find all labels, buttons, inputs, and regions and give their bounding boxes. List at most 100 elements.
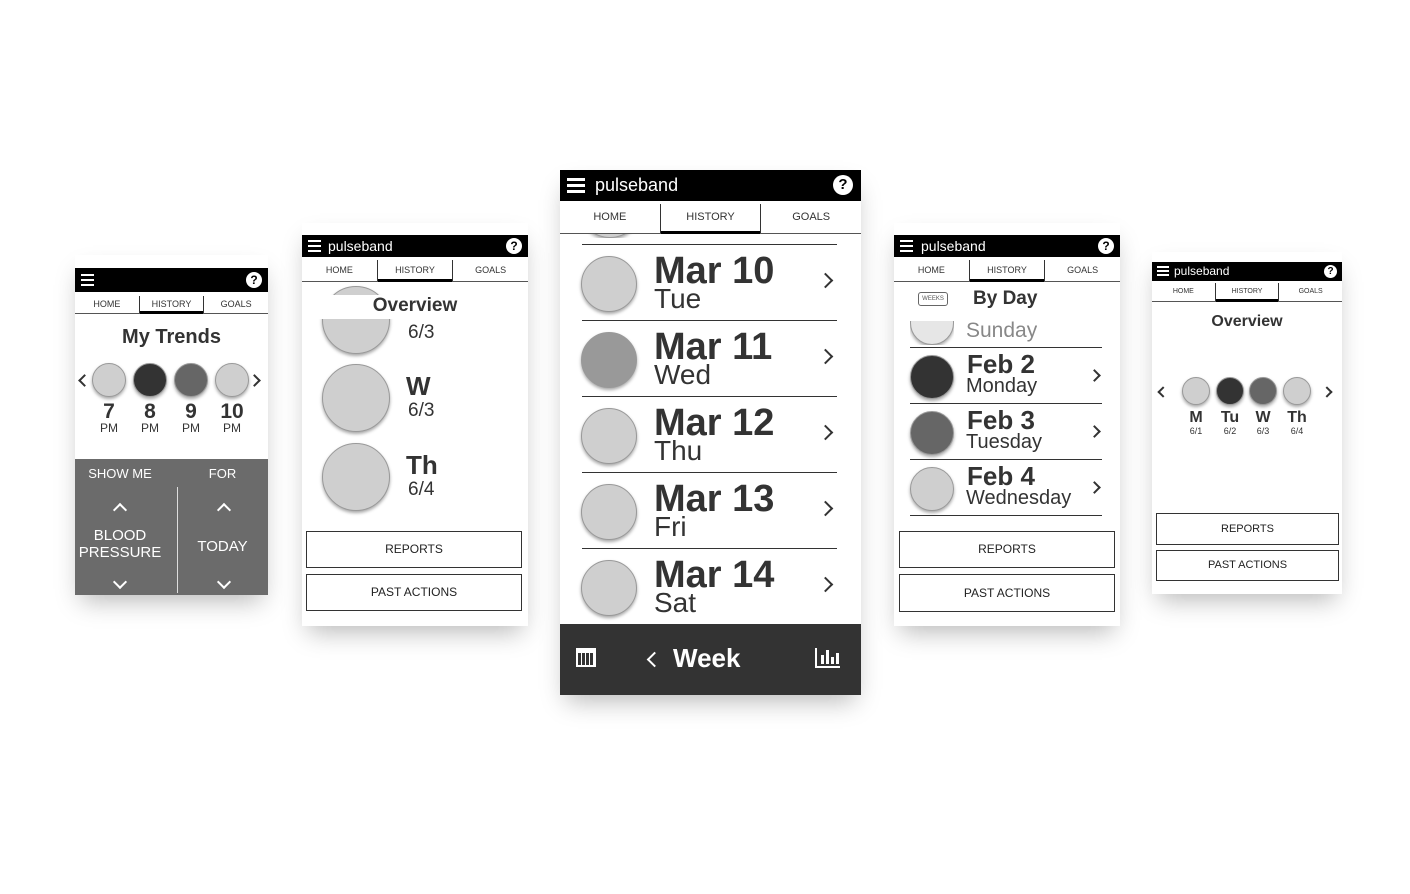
menu-icon[interactable] <box>81 274 94 286</box>
day-circle[interactable] <box>581 256 637 312</box>
day-circle[interactable] <box>581 332 637 388</box>
tab-goals[interactable]: GOALS <box>203 296 268 313</box>
row-chevron-icon[interactable] <box>817 576 834 593</box>
footer-label: Week <box>673 643 741 673</box>
day-circle[interactable] <box>581 560 637 616</box>
time-unit: PM <box>182 421 200 435</box>
time-circle[interactable] <box>133 363 167 397</box>
reports-button[interactable]: REPORTS <box>306 531 522 568</box>
day-circle[interactable] <box>910 355 954 399</box>
help-icon[interactable]: ? <box>1098 238 1114 254</box>
day-date: 6/3 <box>408 400 435 421</box>
tab-goals[interactable]: GOALS <box>1044 260 1120 281</box>
page-title: By Day <box>973 288 1038 309</box>
tab-goals[interactable]: GOALS <box>760 204 861 233</box>
menu-icon[interactable] <box>308 240 321 252</box>
day-circle[interactable] <box>581 408 637 464</box>
day-circle[interactable] <box>322 443 390 511</box>
help-icon[interactable]: ? <box>1324 265 1337 278</box>
past-actions-button[interactable]: PAST ACTIONS <box>899 574 1115 612</box>
row-weekday: Thu <box>654 435 703 466</box>
tab-bar: HOME HISTORY GOALS <box>894 260 1120 282</box>
day-circle[interactable] <box>322 364 390 432</box>
time-circle[interactable] <box>174 363 208 397</box>
time-value: 10 <box>220 400 244 423</box>
tab-home[interactable]: HOME <box>894 260 969 281</box>
day-circle[interactable] <box>1249 377 1277 405</box>
row-divider <box>582 548 837 549</box>
page-title: My Trends <box>122 326 221 348</box>
day-circle[interactable] <box>910 467 954 511</box>
bar-chart-icon[interactable] <box>815 648 840 668</box>
tab-bar: HOME HISTORY GOALS <box>302 260 528 282</box>
day-circle[interactable] <box>1182 377 1210 405</box>
reports-button[interactable]: REPORTS <box>899 531 1115 568</box>
past-actions-button[interactable]: PAST ACTIONS <box>306 574 522 611</box>
app-name: pulseband <box>328 238 393 254</box>
row-chevron-icon[interactable] <box>1088 481 1101 494</box>
menu-icon[interactable] <box>567 178 585 193</box>
day-label: Th <box>406 450 438 480</box>
metric-up-icon[interactable] <box>112 502 128 518</box>
next-arrow-icon[interactable] <box>248 374 261 387</box>
help-icon[interactable]: ? <box>246 272 262 288</box>
prev-arrow-icon[interactable] <box>78 374 91 387</box>
time-value: 8 <box>144 400 156 423</box>
time-circle[interactable] <box>92 363 126 397</box>
back-arrow-icon[interactable] <box>646 651 663 668</box>
row-chevron-icon[interactable] <box>1088 425 1101 438</box>
row-weekday: Sat <box>654 587 697 618</box>
metric-line-1: BLOOD <box>93 527 147 544</box>
screen-overview-list: pulseband ? HOME HISTORY GOALS Overview … <box>302 223 528 626</box>
menu-icon[interactable] <box>1157 266 1169 277</box>
time-unit: PM <box>223 421 241 435</box>
app-header: ? <box>75 268 268 292</box>
metric-value[interactable]: BLOOD PRESSURE <box>75 527 165 561</box>
app-name: pulseband <box>1174 264 1230 278</box>
weeks-back-button[interactable]: WEEKS <box>918 292 948 306</box>
tab-history[interactable]: HISTORY <box>1214 283 1279 302</box>
row-chevron-icon[interactable] <box>817 424 834 441</box>
period-down-icon[interactable] <box>216 574 232 590</box>
time-circle[interactable] <box>215 363 249 397</box>
row-divider <box>910 347 1102 348</box>
period-up-icon[interactable] <box>216 502 232 518</box>
day-date: 6/3 <box>408 322 435 343</box>
tab-home[interactable]: HOME <box>302 260 377 281</box>
tab-history[interactable]: HISTORY <box>659 204 761 234</box>
day-circle[interactable] <box>910 411 954 455</box>
tab-history[interactable]: HISTORY <box>376 260 453 282</box>
metric-down-icon[interactable] <box>112 574 128 590</box>
tab-goals[interactable]: GOALS <box>1278 283 1342 301</box>
app-header: pulseband ? <box>302 235 528 257</box>
row-divider <box>582 472 837 473</box>
help-icon[interactable]: ? <box>833 175 853 195</box>
calendar-icon[interactable] <box>576 648 596 667</box>
past-actions-button[interactable]: PAST ACTIONS <box>1156 550 1339 581</box>
tab-home[interactable]: HOME <box>75 296 139 313</box>
day-circle[interactable] <box>1283 377 1311 405</box>
row-divider <box>582 320 837 321</box>
menu-icon[interactable] <box>900 240 913 252</box>
reports-button[interactable]: REPORTS <box>1156 513 1339 545</box>
row-chevron-icon[interactable] <box>1088 369 1101 382</box>
next-arrow-icon[interactable] <box>1321 386 1333 398</box>
app-header: pulseband ? <box>560 170 861 201</box>
tab-bar: HOME HISTORY GOALS <box>1152 283 1342 302</box>
day-circle[interactable] <box>581 484 637 540</box>
day-circle[interactable] <box>1216 377 1244 405</box>
tab-home[interactable]: HOME <box>560 204 660 233</box>
row-chevron-icon[interactable] <box>817 500 834 517</box>
tab-history[interactable]: HISTORY <box>968 260 1045 282</box>
app-header: pulseband ? <box>1152 262 1342 281</box>
row-chevron-icon[interactable] <box>817 272 834 289</box>
tab-home[interactable]: HOME <box>1152 283 1215 301</box>
tab-history[interactable]: HISTORY <box>138 296 204 314</box>
page-title: Overview <box>1211 313 1283 330</box>
row-chevron-icon[interactable] <box>817 348 834 365</box>
period-value[interactable]: TODAY <box>177 538 268 555</box>
tab-goals[interactable]: GOALS <box>452 260 528 281</box>
help-icon[interactable]: ? <box>506 238 522 254</box>
prev-arrow-icon[interactable] <box>1157 386 1169 398</box>
row-divider <box>910 515 1102 516</box>
